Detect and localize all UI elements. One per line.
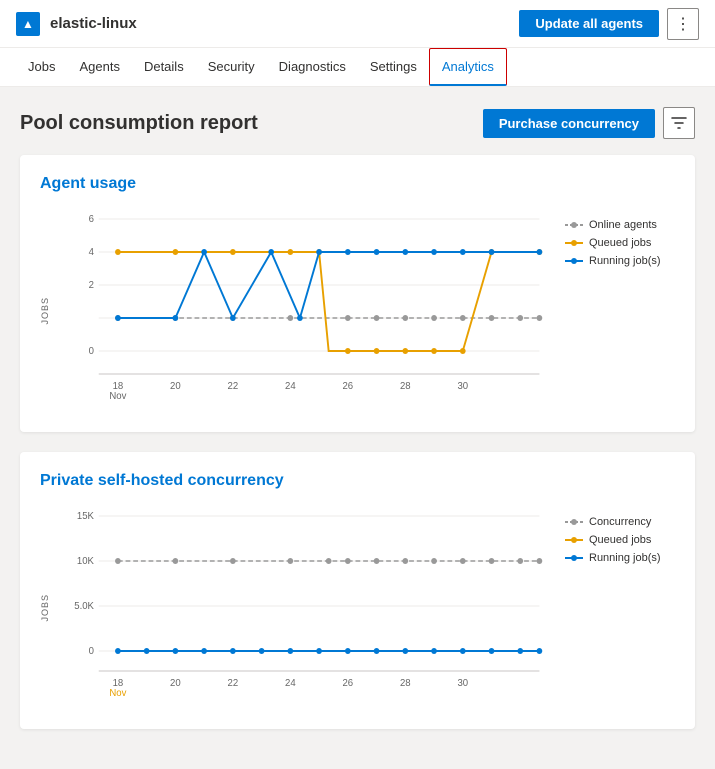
concurrency-y-label: JOBS: [40, 594, 50, 622]
logo-area: ▲ elastic-linux: [16, 12, 137, 36]
legend-running-jobs-2: Running job(s): [565, 552, 675, 564]
tab-agents[interactable]: Agents: [67, 49, 131, 86]
tab-jobs[interactable]: Jobs: [16, 49, 67, 86]
header-actions: Purchase concurrency: [483, 107, 695, 139]
agent-usage-chart-area: JOBS 6 4 2 0 18: [40, 209, 675, 412]
svg-text:22: 22: [228, 678, 239, 689]
agent-usage-svg: 6 4 2 0 18 Nov 20 22 24 26 28 30: [70, 209, 549, 409]
svg-text:0: 0: [89, 646, 95, 657]
concurrency-chart-area: JOBS 15K 10K 5.0K 0 18 Nov: [40, 506, 675, 709]
top-actions: Update all agents ⋮: [519, 8, 699, 40]
svg-text:24: 24: [285, 381, 296, 392]
concurrency-svg: 15K 10K 5.0K 0 18 Nov 20 22 24 26 28 30: [70, 506, 549, 706]
page-header: Pool consumption report Purchase concurr…: [20, 107, 695, 139]
agent-usage-title: Agent usage: [40, 175, 675, 193]
legend-queued-jobs: Queued jobs: [565, 237, 675, 249]
svg-text:28: 28: [400, 678, 411, 689]
tab-analytics[interactable]: Analytics: [429, 48, 507, 86]
svg-text:24: 24: [285, 678, 296, 689]
legend-online-agents: Online agents: [565, 219, 675, 231]
agent-usage-chart-wrapper: 6 4 2 0 18 Nov 20 22 24 26 28 30: [70, 209, 549, 412]
svg-text:Nov: Nov: [109, 688, 126, 699]
update-all-agents-button[interactable]: Update all agents: [519, 10, 659, 37]
filter-icon[interactable]: [663, 107, 695, 139]
legend-concurrency: Concurrency: [565, 516, 675, 528]
svg-text:20: 20: [170, 381, 181, 392]
svg-text:5.0K: 5.0K: [74, 601, 94, 612]
svg-text:28: 28: [400, 381, 411, 392]
legend-running-jobs: Running job(s): [565, 255, 675, 267]
svg-text:Nov: Nov: [109, 391, 126, 402]
page-content: Pool consumption report Purchase concurr…: [0, 87, 715, 769]
svg-text:22: 22: [228, 381, 239, 392]
svg-text:4: 4: [89, 247, 95, 258]
org-name: elastic-linux: [50, 15, 137, 32]
nav-tabs: Jobs Agents Details Security Diagnostics…: [0, 48, 715, 87]
svg-text:10K: 10K: [77, 556, 94, 567]
tab-settings[interactable]: Settings: [358, 49, 429, 86]
svg-text:2: 2: [89, 280, 94, 291]
purchase-concurrency-button[interactable]: Purchase concurrency: [483, 109, 655, 138]
svg-text:6: 6: [89, 214, 95, 225]
top-bar: ▲ elastic-linux Update all agents ⋮: [0, 0, 715, 48]
svg-text:0: 0: [89, 346, 95, 357]
legend-queued-jobs-2: Queued jobs: [565, 534, 675, 546]
tab-diagnostics[interactable]: Diagnostics: [267, 49, 358, 86]
svg-text:26: 26: [342, 678, 353, 689]
more-options-button[interactable]: ⋮: [667, 8, 699, 40]
agent-usage-legend: Online agents Queued jobs Running job(s): [565, 209, 675, 412]
svg-text:30: 30: [457, 678, 468, 689]
svg-text:15K: 15K: [77, 511, 94, 522]
agent-usage-card: Agent usage JOBS 6 4 2 0: [20, 155, 695, 432]
svg-text:26: 26: [342, 381, 353, 392]
tab-security[interactable]: Security: [196, 49, 267, 86]
svg-text:30: 30: [457, 381, 468, 392]
page-title: Pool consumption report: [20, 112, 258, 135]
concurrency-title: Private self-hosted concurrency: [40, 472, 675, 490]
tab-details[interactable]: Details: [132, 49, 196, 86]
logo-icon: ▲: [16, 12, 40, 36]
agent-usage-y-label: JOBS: [40, 297, 50, 325]
concurrency-chart-wrapper: 15K 10K 5.0K 0 18 Nov 20 22 24 26 28 30: [70, 506, 549, 709]
svg-text:20: 20: [170, 678, 181, 689]
concurrency-card: Private self-hosted concurrency JOBS 15K…: [20, 452, 695, 729]
concurrency-legend: Concurrency Queued jobs Running job(s): [565, 506, 675, 709]
